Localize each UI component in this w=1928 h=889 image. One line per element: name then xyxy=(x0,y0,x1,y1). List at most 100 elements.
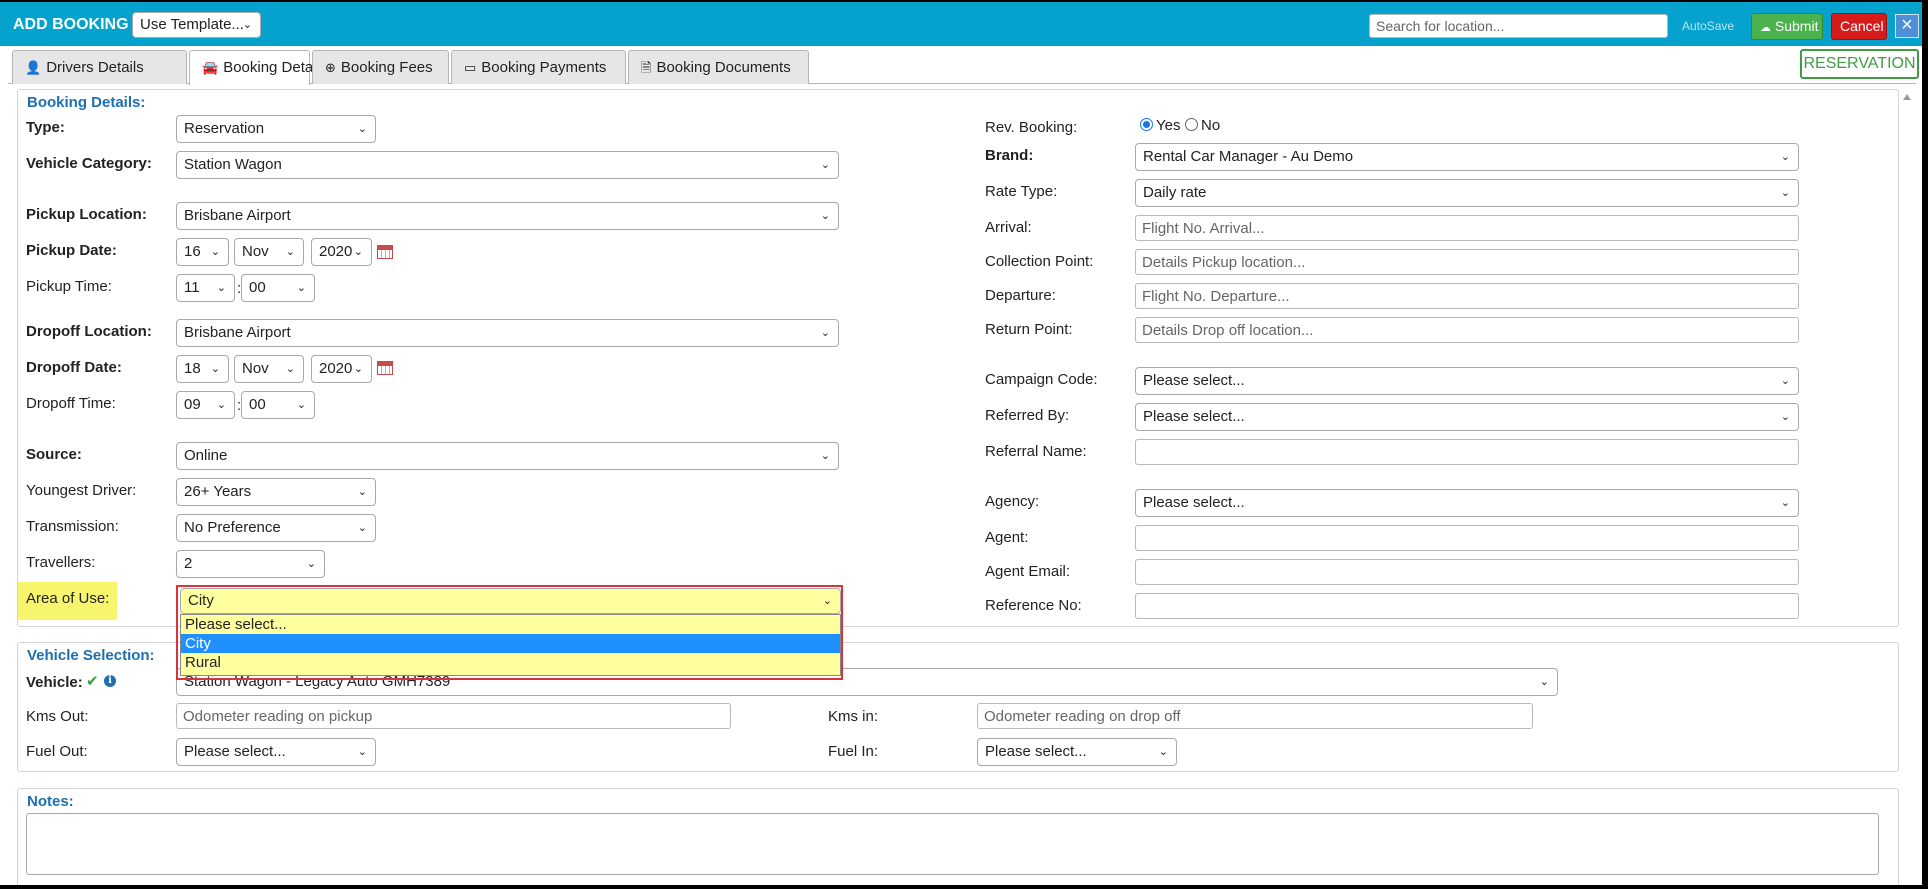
plus-circle-icon: ⊕ xyxy=(325,60,336,75)
kms-in-input[interactable] xyxy=(977,703,1533,729)
fuel-out-select[interactable]: Please select... ⌄ xyxy=(176,738,376,766)
agent-input[interactable] xyxy=(1135,525,1799,551)
document-icon: 🗎 xyxy=(641,60,652,75)
status-badge: RESERVATION xyxy=(1800,49,1919,79)
info-icon[interactable]: i xyxy=(104,675,116,687)
tab-booking-fees[interactable]: ⊕ Booking Fees xyxy=(312,50,449,84)
pickup-month-select[interactable]: Nov ⌄ xyxy=(234,238,304,266)
youngest-driver-label: Youngest Driver: xyxy=(26,482,137,499)
credit-card-icon: ▭ xyxy=(464,60,477,75)
page-title: ADD BOOKING xyxy=(13,16,129,33)
tab-booking-documents[interactable]: 🗎 Booking Documents xyxy=(628,50,809,84)
dropoff-location-value: Brisbane Airport xyxy=(184,324,291,341)
dropoff-minute-select[interactable]: 00 ⌄ xyxy=(241,391,315,419)
pickup-year-value: 2020 xyxy=(319,243,353,260)
tab-booking-details[interactable]: 🚘 Booking Details xyxy=(189,50,327,85)
scroll-up-arrow-icon[interactable] xyxy=(1903,94,1911,100)
referred-by-select[interactable]: Please select... ⌄ xyxy=(1135,403,1799,431)
dropoff-month-value: Nov xyxy=(242,360,269,377)
source-value: Online xyxy=(184,447,228,464)
brand-label: Brand: xyxy=(985,147,1034,164)
dropoff-month-select[interactable]: Nov ⌄ xyxy=(234,355,304,383)
rev-booking-yes-label: Yes xyxy=(1156,117,1181,134)
pickup-month-value: Nov xyxy=(242,243,269,260)
travellers-select[interactable]: 2 ⌄ xyxy=(176,550,325,578)
submit-label: Submit xyxy=(1774,18,1819,34)
rev-booking-no-label: No xyxy=(1201,117,1221,134)
brand-select[interactable]: Rental Car Manager - Au Demo ⌄ xyxy=(1135,143,1799,171)
location-search-input[interactable] xyxy=(1369,14,1668,38)
fuel-out-value: Please select... xyxy=(184,743,286,760)
chevron-down-icon: ⌄ xyxy=(296,399,306,411)
chevron-down-icon: ⌄ xyxy=(1539,676,1549,688)
notes-textarea[interactable] xyxy=(26,813,1879,875)
departure-input[interactable] xyxy=(1135,283,1799,309)
rev-booking-no-radio[interactable] xyxy=(1185,118,1198,131)
close-icon[interactable]: × xyxy=(1895,14,1919,38)
chevron-down-icon: ⌄ xyxy=(285,363,295,375)
tab-label: Drivers Details xyxy=(46,59,144,76)
source-select[interactable]: Online ⌄ xyxy=(176,442,839,470)
tab-booking-payments[interactable]: ▭ Booking Payments xyxy=(451,50,626,84)
chevron-down-icon: ⌄ xyxy=(820,210,830,222)
dropoff-date-label: Dropoff Date: xyxy=(26,359,122,376)
chevron-down-icon: ⌄ xyxy=(1780,411,1790,423)
kms-out-input[interactable] xyxy=(176,703,731,729)
chevron-down-icon: ⌄ xyxy=(210,246,220,258)
transmission-select[interactable]: No Preference ⌄ xyxy=(176,514,376,542)
fuel-in-select[interactable]: Please select... ⌄ xyxy=(977,738,1177,766)
arrival-input[interactable] xyxy=(1135,215,1799,241)
vehicle-selection-legend: Vehicle Selection: xyxy=(27,647,155,664)
rate-type-select[interactable]: Daily rate ⌄ xyxy=(1135,179,1799,207)
area-of-use-label: Area of Use: xyxy=(26,590,110,607)
booking-details-legend: Booking Details: xyxy=(27,94,146,111)
agent-email-label: Agent Email: xyxy=(985,563,1071,580)
chevron-down-icon: ⌄ xyxy=(242,19,252,31)
check-icon: ✔ xyxy=(86,673,99,690)
reference-no-input[interactable] xyxy=(1135,593,1799,619)
referral-name-input[interactable] xyxy=(1135,439,1799,465)
cancel-button[interactable]: Cancel xyxy=(1831,13,1887,40)
top-bar: ADD BOOKING Use Template... ⌄ AutoSave ☁… xyxy=(0,0,1922,46)
pickup-calendar-icon[interactable] xyxy=(377,245,393,259)
collection-point-input[interactable] xyxy=(1135,249,1799,275)
dropoff-time-label: Dropoff Time: xyxy=(26,395,116,412)
dropoff-day-select[interactable]: 18 ⌄ xyxy=(176,355,229,383)
rev-booking-yes-radio[interactable] xyxy=(1140,118,1153,131)
dropoff-location-select[interactable]: Brisbane Airport ⌄ xyxy=(176,319,839,347)
dropoff-year-select[interactable]: 2020 ⌄ xyxy=(311,355,372,383)
rev-booking-label: Rev. Booking: xyxy=(985,119,1078,136)
agency-value: Please select... xyxy=(1143,494,1245,511)
dropoff-hour-value: 09 xyxy=(184,396,201,413)
pickup-year-select[interactable]: 2020 ⌄ xyxy=(311,238,372,266)
rate-type-value: Daily rate xyxy=(1143,184,1207,201)
booking-app: ADD BOOKING Use Template... ⌄ AutoSave ☁… xyxy=(0,0,1924,885)
submit-button[interactable]: ☁ Submit xyxy=(1751,13,1823,40)
chevron-down-icon: ⌄ xyxy=(353,363,363,375)
return-point-input[interactable] xyxy=(1135,317,1799,343)
vehicle-category-select[interactable]: Station Wagon ⌄ xyxy=(176,151,839,179)
pickup-minute-select[interactable]: 00 ⌄ xyxy=(241,274,315,302)
pickup-hour-select[interactable]: 11 ⌄ xyxy=(176,274,235,302)
referred-by-value: Please select... xyxy=(1143,408,1245,425)
pickup-location-select[interactable]: Brisbane Airport ⌄ xyxy=(176,202,839,230)
agency-select[interactable]: Please select... ⌄ xyxy=(1135,489,1799,517)
chevron-down-icon: ⌄ xyxy=(820,450,830,462)
agent-email-input[interactable] xyxy=(1135,559,1799,585)
tab-drivers-details[interactable]: 👤 Drivers Details xyxy=(12,50,187,84)
type-select[interactable]: Reservation ⌄ xyxy=(176,115,376,143)
agent-label: Agent: xyxy=(985,529,1029,546)
dropoff-hour-select[interactable]: 09 ⌄ xyxy=(176,391,235,419)
pickup-day-select[interactable]: 16 ⌄ xyxy=(176,238,229,266)
dropoff-calendar-icon[interactable] xyxy=(377,361,393,375)
user-icon: 👤 xyxy=(25,60,42,75)
template-select[interactable]: Use Template... ⌄ xyxy=(132,12,261,38)
autosave-label: AutoSave xyxy=(1682,19,1735,33)
transmission-value: No Preference xyxy=(184,519,281,536)
type-value: Reservation xyxy=(184,120,265,137)
pickup-time-label: Pickup Time: xyxy=(26,278,112,295)
campaign-code-select[interactable]: Please select... ⌄ xyxy=(1135,367,1799,395)
youngest-driver-select[interactable]: 26+ Years ⌄ xyxy=(176,478,376,506)
departure-label: Departure: xyxy=(985,287,1056,304)
travellers-label: Travellers: xyxy=(26,554,96,571)
